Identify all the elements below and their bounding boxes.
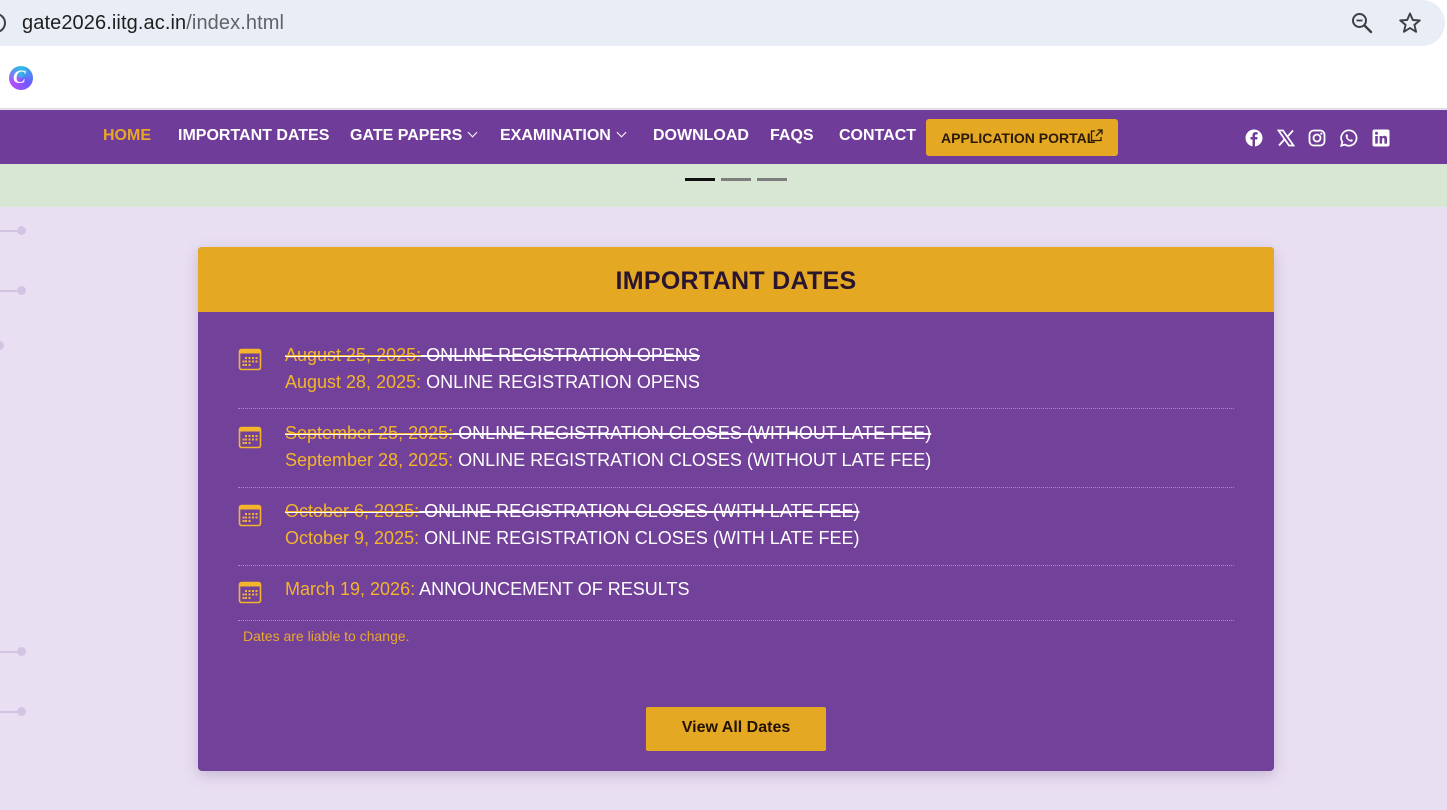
nav-download[interactable]: DOWNLOAD xyxy=(653,127,749,145)
entry-date: September 25, 2025: xyxy=(285,423,454,443)
linkedin-icon[interactable] xyxy=(1372,129,1390,147)
nav-examination[interactable]: EXAMINATION xyxy=(500,127,627,145)
entry-date: October 9, 2025: xyxy=(285,528,420,548)
slider-dot[interactable] xyxy=(721,178,751,181)
canva-icon[interactable]: C xyxy=(9,66,33,90)
view-all-dates-button[interactable]: View All Dates xyxy=(646,707,826,751)
hero-slider xyxy=(0,164,1447,207)
entry-date: August 25, 2025: xyxy=(285,345,422,365)
new-date-line: March 19, 2026: ANNOUNCEMENT OF RESULTS xyxy=(285,579,689,600)
card-header: IMPORTANT DATES xyxy=(198,247,1274,312)
canva-letter: C xyxy=(13,67,26,88)
entry-event: ONLINE REGISTRATION OPENS xyxy=(426,345,700,365)
slider-dot[interactable] xyxy=(685,178,715,181)
entry-event: ONLINE REGISTRATION CLOSES (WITH LATE FE… xyxy=(424,501,860,521)
chevron-down-icon xyxy=(616,127,627,138)
site-info-icon[interactable] xyxy=(0,13,6,33)
nav-contact[interactable]: CONTACT xyxy=(839,127,916,145)
important-dates-card: IMPORTANT DATES August 25, 2025: ONLINE … xyxy=(198,247,1274,771)
nav-faqs[interactable]: FAQS xyxy=(770,127,814,145)
application-portal-label: APPLICATION PORTAL xyxy=(941,130,1096,146)
nav-examination-label: EXAMINATION xyxy=(500,127,611,144)
calendar-icon xyxy=(238,504,262,527)
zoom-icon[interactable] xyxy=(1350,11,1374,35)
decorative-circuit xyxy=(0,647,26,656)
new-date-line: September 28, 2025: ONLINE REGISTRATION … xyxy=(285,450,931,471)
entry-event: ONLINE REGISTRATION CLOSES (WITHOUT LATE… xyxy=(458,450,932,470)
nav-important-dates[interactable]: IMPORTANT DATES xyxy=(178,127,329,145)
bookmarks-bar xyxy=(0,48,1447,109)
entry-date: October 6, 2025: xyxy=(285,501,420,521)
old-date-line: October 6, 2025: ONLINE REGISTRATION CLO… xyxy=(285,501,860,522)
date-entry: August 25, 2025: ONLINE REGISTRATION OPE… xyxy=(238,337,1234,409)
calendar-icon xyxy=(238,426,262,449)
dates-note: Dates are liable to change. xyxy=(243,628,410,644)
whatsapp-icon[interactable] xyxy=(1340,129,1358,147)
entry-event: ONLINE REGISTRATION CLOSES (WITHOUT LATE… xyxy=(458,423,932,443)
decorative-circuit xyxy=(0,707,26,716)
star-icon[interactable] xyxy=(1398,11,1422,35)
new-date-line: August 28, 2025: ONLINE REGISTRATION OPE… xyxy=(285,372,700,393)
nav-gate-papers-label: GATE PAPERS xyxy=(350,127,463,144)
decorative-circuit xyxy=(0,286,26,295)
date-entry: September 25, 2025: ONLINE REGISTRATION … xyxy=(238,415,1234,488)
entry-date: September 28, 2025: xyxy=(285,450,454,470)
card-title: IMPORTANT DATES xyxy=(615,267,857,295)
slider-dot[interactable] xyxy=(757,178,787,181)
browser-url-bar: gate2026.iitg.ac.in/index.html xyxy=(0,0,1447,48)
address-bar[interactable]: gate2026.iitg.ac.in/index.html xyxy=(0,0,1445,46)
date-entry: October 6, 2025: ONLINE REGISTRATION CLO… xyxy=(238,493,1234,566)
old-date-line: September 25, 2025: ONLINE REGISTRATION … xyxy=(285,423,931,444)
main-nav: HOME IMPORTANT DATES GATE PAPERS EXAMINA… xyxy=(0,110,1447,164)
facebook-icon[interactable] xyxy=(1245,129,1263,147)
nav-home[interactable]: HOME xyxy=(103,127,151,145)
instagram-icon[interactable] xyxy=(1308,129,1326,147)
external-link-icon xyxy=(1090,129,1103,142)
url-host: gate2026.iitg.ac.in xyxy=(22,12,187,34)
entry-date: March 19, 2026: xyxy=(285,579,416,599)
url-path: /index.html xyxy=(186,12,285,34)
new-date-line: October 9, 2025: ONLINE REGISTRATION CLO… xyxy=(285,528,860,549)
entry-event: ANNOUNCEMENT OF RESULTS xyxy=(419,579,690,599)
calendar-icon xyxy=(238,348,262,371)
calendar-icon xyxy=(238,581,262,604)
date-entry: March 19, 2026: ANNOUNCEMENT OF RESULTS xyxy=(238,571,1234,621)
decorative-circuit xyxy=(0,226,26,235)
old-date-line: August 25, 2025: ONLINE REGISTRATION OPE… xyxy=(285,345,700,366)
entry-event: ONLINE REGISTRATION OPENS xyxy=(426,372,700,392)
entry-event: ONLINE REGISTRATION CLOSES (WITH LATE FE… xyxy=(424,528,860,548)
entry-date: August 28, 2025: xyxy=(285,372,422,392)
application-portal-button[interactable]: APPLICATION PORTAL xyxy=(926,119,1118,156)
x-icon[interactable] xyxy=(1277,129,1295,147)
nav-gate-papers[interactable]: GATE PAPERS xyxy=(350,127,478,145)
chevron-down-icon xyxy=(467,127,478,138)
url-text[interactable]: gate2026.iitg.ac.in/index.html xyxy=(22,12,284,35)
